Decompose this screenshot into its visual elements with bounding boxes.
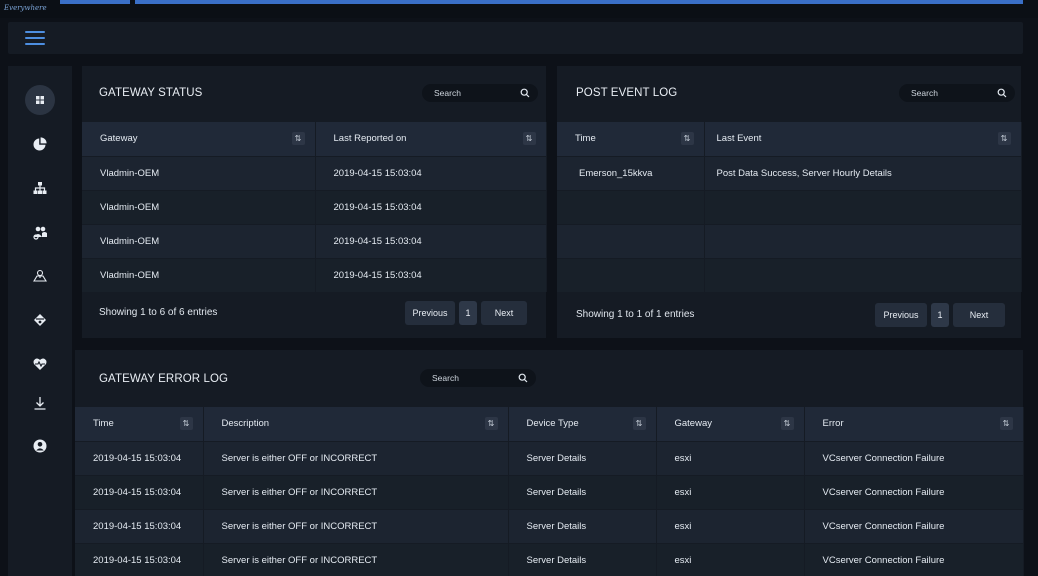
top-accent-right [135, 0, 1023, 4]
search-placeholder: Search [434, 88, 461, 98]
download-icon[interactable] [25, 388, 55, 418]
column-header-description[interactable]: Description ⇅ [203, 407, 509, 441]
table-row: Vladmin-OEM 2019-04-15 15:03:04 [82, 223, 547, 258]
navbar [8, 22, 1023, 54]
sort-icon[interactable]: ⇅ [997, 132, 1011, 145]
top-strip: Everywhere [0, 0, 1038, 18]
search-placeholder: Search [911, 88, 938, 98]
column-header-last-event[interactable]: Last Event ⇅ [704, 122, 1022, 156]
gateway-status-panel: GATEWAY STATUS Search Gateway ⇅ Last Repo… [82, 66, 547, 338]
gateway-error-log-table: Time ⇅ Description ⇅ Device Type ⇅ Gateway ⇅… [75, 407, 1024, 576]
table-row: Vladmin-OEM 2019-04-15 15:03:04 [82, 257, 547, 292]
hierarchy-icon[interactable] [25, 173, 55, 203]
heartbeat-icon[interactable] [25, 349, 55, 379]
column-header-last-reported[interactable]: Last Reported on ⇅ [315, 122, 547, 156]
sidebar [8, 66, 72, 576]
sort-icon[interactable]: ⇅ [522, 132, 536, 145]
column-header-gateway[interactable]: Gateway ⇅ [82, 122, 316, 156]
gateway-status-table: Gateway ⇅ Last Reported on ⇅ Vladmin-OEM 20… [82, 122, 547, 292]
column-header-device-type[interactable]: Device Type ⇅ [508, 407, 657, 441]
table-row: 2019-04-15 15:03:04 Server is either OFF… [75, 542, 1024, 576]
post-event-log-search-input[interactable]: Search [899, 84, 1015, 102]
sort-icon[interactable]: ⇅ [780, 417, 794, 430]
post-event-log-title: POST EVENT LOG [576, 87, 678, 99]
page-1-button[interactable]: 1 [931, 303, 949, 327]
gateway-status-search-input[interactable]: Search [422, 84, 538, 102]
column-header-time[interactable]: Time ⇅ [75, 407, 204, 441]
gateway-error-log-search-input[interactable]: Search [420, 369, 536, 387]
gateway-error-log-title: GATEWAY ERROR LOG [99, 373, 229, 385]
balance-icon[interactable] [25, 305, 55, 335]
table-row [557, 189, 1022, 224]
table-row [557, 257, 1022, 292]
sort-icon[interactable]: ⇅ [632, 417, 646, 430]
next-button[interactable]: Next [481, 301, 527, 325]
search-icon [518, 373, 528, 383]
sort-icon[interactable]: ⇅ [291, 132, 305, 145]
users-cog-icon[interactable] [25, 217, 55, 247]
gateway-status-entries-info: Showing 1 to 6 of 6 entries [99, 307, 218, 318]
post-event-log-entries-info: Showing 1 to 1 of 1 entries [576, 309, 695, 320]
table-row: Emerson_15kkva Post Data Success, Server … [557, 155, 1022, 190]
user-circle-icon[interactable] [25, 431, 55, 461]
column-header-error[interactable]: Error ⇅ [804, 407, 1024, 441]
map-icon[interactable] [25, 261, 55, 291]
table-row: 2019-04-15 15:03:04 Server is either OFF… [75, 440, 1024, 475]
top-accent-left [60, 0, 130, 4]
column-header-gateway[interactable]: Gateway ⇅ [656, 407, 805, 441]
table-row: 2019-04-15 15:03:04 Server is either OFF… [75, 508, 1024, 543]
sort-icon[interactable]: ⇅ [484, 417, 498, 430]
post-event-log-panel: POST EVENT LOG Search Time ⇅ Last Event ⇅ … [557, 66, 1022, 338]
table-row: Vladmin-OEM 2019-04-15 15:03:04 [82, 189, 547, 224]
table-row: 2019-04-15 15:03:04 Server is either OFF… [75, 474, 1024, 509]
sort-icon[interactable]: ⇅ [680, 132, 694, 145]
menu-toggle-icon[interactable] [25, 31, 45, 45]
previous-button[interactable]: Previous [875, 303, 927, 327]
column-header-time[interactable]: Time ⇅ [557, 122, 705, 156]
gateway-error-log-panel: GATEWAY ERROR LOG Search Time ⇅ Descripti… [75, 350, 1024, 576]
search-icon [520, 88, 530, 98]
post-event-log-table: Time ⇅ Last Event ⇅ Emerson_15kkva Post Dat… [557, 122, 1022, 292]
page-1-button[interactable]: 1 [459, 301, 477, 325]
sort-icon[interactable]: ⇅ [999, 417, 1013, 430]
next-button[interactable]: Next [953, 303, 1005, 327]
sort-icon[interactable]: ⇅ [179, 417, 193, 430]
gateway-status-pagination: Previous 1 Next [405, 301, 527, 325]
pie-chart-icon[interactable] [25, 129, 55, 159]
app-logo: Everywhere [4, 4, 47, 12]
search-icon [997, 88, 1007, 98]
table-row: Vladmin-OEM 2019-04-15 15:03:04 [82, 155, 547, 190]
post-event-log-pagination: Previous 1 Next [875, 303, 1005, 327]
previous-button[interactable]: Previous [405, 301, 455, 325]
search-placeholder: Search [432, 373, 459, 383]
dashboard-icon[interactable] [25, 85, 55, 115]
gateway-status-title: GATEWAY STATUS [99, 87, 203, 99]
table-row [557, 223, 1022, 258]
